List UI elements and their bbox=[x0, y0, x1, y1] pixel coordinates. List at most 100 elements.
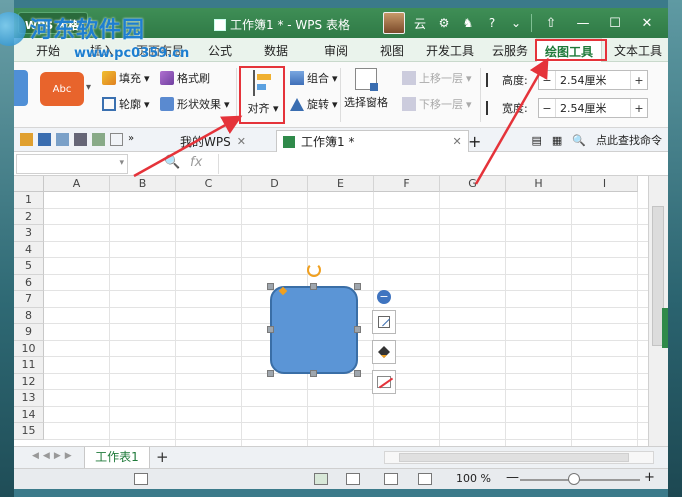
maximize-button[interactable]: ☐ bbox=[602, 12, 628, 34]
shape-style-button[interactable] bbox=[372, 310, 396, 334]
zoom-in-button[interactable]: + bbox=[644, 470, 655, 485]
row-header[interactable]: 8 bbox=[14, 307, 44, 324]
insert-function-icon[interactable]: fx bbox=[190, 155, 202, 170]
width-spinner[interactable]: − 2.54厘米 + bbox=[538, 98, 648, 118]
resize-handle[interactable] bbox=[354, 370, 361, 377]
column-header[interactable]: A bbox=[44, 176, 110, 192]
sheet-nav-arrows-icon[interactable]: ◀◀▶▶ bbox=[32, 451, 76, 461]
horizontal-scroll-thumb[interactable] bbox=[399, 453, 629, 462]
shape-effect-button[interactable]: 形状效果 ▾ bbox=[160, 96, 230, 112]
help-icon[interactable]: ? bbox=[483, 14, 501, 32]
rounded-rectangle-shape[interactable] bbox=[270, 286, 358, 374]
shape-fill-button[interactable] bbox=[372, 340, 396, 364]
shape-outline-button[interactable] bbox=[372, 370, 396, 394]
sheet-tab-1[interactable]: 工作表1 bbox=[84, 447, 150, 469]
reading-mode-icon[interactable] bbox=[418, 473, 432, 485]
close-button[interactable]: ✕ bbox=[634, 12, 660, 34]
height-increment[interactable]: + bbox=[631, 74, 647, 87]
tab-developer[interactable]: 开发工具 bbox=[426, 42, 474, 59]
skin-icon[interactable]: ♞ bbox=[459, 14, 477, 32]
row-header[interactable]: 5 bbox=[14, 258, 44, 275]
row-header[interactable]: 15 bbox=[14, 423, 44, 440]
rotate-button[interactable]: 旋转 ▾ bbox=[290, 96, 338, 112]
zoom-out-button[interactable]: — bbox=[506, 470, 519, 485]
row-header[interactable]: 3 bbox=[14, 225, 44, 242]
resize-handle[interactable] bbox=[267, 326, 274, 333]
group-button[interactable]: 组合 ▾ bbox=[290, 70, 338, 86]
rotate-handle-icon[interactable] bbox=[307, 263, 321, 277]
column-header[interactable]: B bbox=[110, 176, 176, 192]
record-macro-icon[interactable] bbox=[134, 473, 148, 485]
undo-icon[interactable] bbox=[110, 133, 123, 146]
zoom-slider-track[interactable] bbox=[520, 479, 640, 481]
format-icon[interactable]: ▦ bbox=[552, 134, 562, 147]
tab-view[interactable]: 视图 bbox=[380, 42, 404, 59]
tab-cloud-service[interactable]: 云服务 bbox=[492, 42, 528, 59]
width-decrement[interactable]: − bbox=[539, 102, 555, 115]
height-input[interactable]: 2.54厘米 bbox=[555, 71, 631, 89]
format-painter-button[interactable]: 格式刷 bbox=[160, 70, 210, 86]
find-command-search[interactable]: 点此查找命令 bbox=[596, 132, 662, 148]
side-panel-toggle[interactable] bbox=[662, 308, 668, 348]
upload-icon[interactable]: ⇧ bbox=[538, 12, 564, 34]
save-icon[interactable] bbox=[38, 133, 51, 146]
tab-page-layout[interactable]: 页面布局 bbox=[136, 42, 184, 59]
resize-handle[interactable] bbox=[310, 283, 317, 290]
settings-icon[interactable]: ⚙ bbox=[435, 14, 453, 32]
tab-data[interactable]: 数据 bbox=[264, 42, 288, 59]
column-header[interactable]: F bbox=[374, 176, 440, 192]
selection-pane-button[interactable]: 选择窗格 bbox=[344, 68, 388, 110]
normal-view-icon[interactable] bbox=[314, 473, 328, 485]
print-preview-icon[interactable] bbox=[92, 133, 105, 146]
select-all-corner[interactable] bbox=[14, 176, 44, 192]
page-layout-view-icon[interactable] bbox=[346, 473, 360, 485]
column-header[interactable]: H bbox=[506, 176, 572, 192]
row-header[interactable]: 12 bbox=[14, 373, 44, 390]
export-pdf-icon[interactable] bbox=[56, 133, 69, 146]
column-header[interactable]: E bbox=[308, 176, 374, 192]
bring-forward-button[interactable]: 上移一层 ▾ bbox=[402, 70, 472, 86]
tab-home[interactable]: 开始 bbox=[36, 42, 60, 59]
row-header[interactable]: 4 bbox=[14, 241, 44, 258]
open-icon[interactable] bbox=[20, 133, 33, 146]
wps-app-menu-button[interactable]: WPS 表格 bbox=[18, 12, 88, 34]
shape-style-blue[interactable] bbox=[14, 70, 28, 106]
row-header[interactable]: 10 bbox=[14, 340, 44, 357]
more-icon[interactable]: ⌄ bbox=[507, 14, 525, 32]
column-header[interactable]: C bbox=[176, 176, 242, 192]
tab-text-tools[interactable]: 文本工具 bbox=[614, 42, 662, 59]
height-decrement[interactable]: − bbox=[539, 74, 555, 87]
more-tools-icon[interactable]: » bbox=[128, 133, 141, 146]
minimize-button[interactable]: — bbox=[570, 12, 596, 34]
row-header[interactable]: 7 bbox=[14, 291, 44, 308]
search-icon[interactable]: 🔍 bbox=[572, 134, 586, 147]
formula-input[interactable] bbox=[218, 154, 664, 174]
tab-workbook1[interactable]: 工作簿1 * ✕ bbox=[276, 130, 469, 152]
row-header[interactable]: 9 bbox=[14, 324, 44, 341]
gallery-more-icon[interactable]: ▾ bbox=[86, 82, 91, 93]
resize-handle[interactable] bbox=[354, 326, 361, 333]
row-header[interactable]: 2 bbox=[14, 208, 44, 225]
user-avatar[interactable] bbox=[383, 12, 405, 34]
row-header[interactable]: 13 bbox=[14, 390, 44, 407]
collapse-icon[interactable]: − bbox=[377, 290, 391, 304]
tab-review[interactable]: 审阅 bbox=[324, 42, 348, 59]
column-header[interactable]: I bbox=[572, 176, 638, 192]
row-header[interactable]: 14 bbox=[14, 406, 44, 423]
column-header[interactable]: D bbox=[242, 176, 308, 192]
name-box[interactable]: ▾ bbox=[16, 154, 128, 174]
row-header[interactable]: 11 bbox=[14, 357, 44, 374]
cloud-user-label[interactable]: 云 bbox=[411, 14, 429, 32]
tab-my-wps[interactable]: 我的WPS ✕ bbox=[174, 130, 252, 152]
column-header[interactable]: G bbox=[440, 176, 506, 192]
print-icon[interactable] bbox=[74, 133, 87, 146]
row-header[interactable]: 6 bbox=[14, 274, 44, 291]
send-backward-button[interactable]: 下移一层 ▾ bbox=[402, 96, 472, 112]
close-icon[interactable]: ✕ bbox=[452, 135, 461, 148]
shape-style-gallery[interactable]: Abc bbox=[40, 72, 84, 106]
close-icon[interactable]: ✕ bbox=[237, 135, 246, 148]
resize-handle[interactable] bbox=[310, 370, 317, 377]
new-tab-button[interactable]: + bbox=[462, 130, 487, 152]
dropdown-arrow-icon[interactable]: ▾ bbox=[119, 158, 124, 168]
page-break-view-icon[interactable] bbox=[384, 473, 398, 485]
